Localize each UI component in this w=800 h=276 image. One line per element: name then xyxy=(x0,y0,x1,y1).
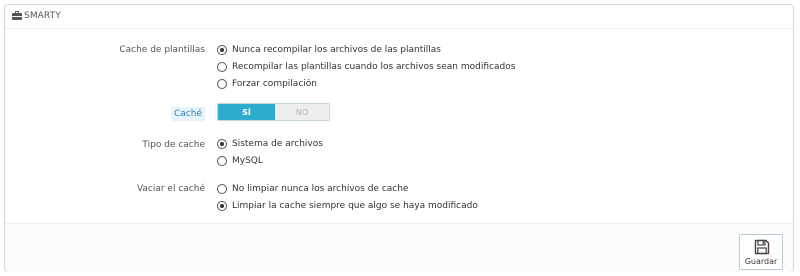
cache-label: Caché xyxy=(171,107,205,121)
cache-type-option-mysql[interactable]: MySQL xyxy=(217,154,263,168)
cache-label-wrap: Caché xyxy=(5,107,205,121)
template-cache-option-never[interactable]: Nunca recompilar los archivos de las pla… xyxy=(217,43,441,57)
template-cache-option-recompile[interactable]: Recompilar las plantillas cuando los arc… xyxy=(217,60,515,74)
option-label: Recompilar las plantillas cuando los arc… xyxy=(232,62,516,72)
cache-toggle-yes[interactable]: SÍ xyxy=(218,104,275,120)
option-label: Nunca recompilar los archivos de las pla… xyxy=(232,45,441,55)
cache-type-option-filesystem[interactable]: Sistema de archivos xyxy=(217,137,323,151)
save-label: Guardar xyxy=(744,257,778,266)
option-label: Forzar compilación xyxy=(232,79,317,89)
radio-checked-icon[interactable] xyxy=(217,201,227,211)
option-label: Limpiar la cache siempre que algo se hay… xyxy=(232,201,478,211)
floppy-disk-icon xyxy=(754,239,770,255)
radio-checked-icon[interactable] xyxy=(217,45,227,55)
radio-unchecked-icon[interactable] xyxy=(217,156,227,166)
panel-title: SMARTY xyxy=(24,11,61,21)
briefcase-icon xyxy=(12,11,22,20)
cache-type-label: Tipo de cache xyxy=(142,140,205,150)
radio-checked-icon[interactable] xyxy=(217,139,227,149)
template-cache-option-force[interactable]: Forzar compilación xyxy=(217,77,317,91)
option-label: MySQL xyxy=(232,156,263,166)
radio-unchecked-icon[interactable] xyxy=(217,79,227,89)
template-cache-label: Cache de plantillas xyxy=(119,45,205,55)
smarty-panel: SMARTY Cache de plantillas Nunca recompi… xyxy=(4,4,794,272)
clear-cache-label: Vaciar el caché xyxy=(136,184,205,194)
clear-cache-option-never[interactable]: No limpiar nunca los archivos de cache xyxy=(217,182,408,196)
cache-toggle[interactable]: SÍ NO xyxy=(217,103,330,121)
radio-unchecked-icon[interactable] xyxy=(217,184,227,194)
panel-footer: Guardar xyxy=(5,223,793,272)
option-label: No limpiar nunca los archivos de cache xyxy=(232,184,409,194)
panel-heading: SMARTY xyxy=(5,5,793,29)
radio-unchecked-icon[interactable] xyxy=(217,62,227,72)
save-button[interactable]: Guardar xyxy=(739,234,783,270)
cache-toggle-no[interactable]: NO xyxy=(275,104,329,120)
option-label: Sistema de archivos xyxy=(232,139,323,149)
clear-cache-option-always[interactable]: Limpiar la cache siempre que algo se hay… xyxy=(217,199,478,213)
